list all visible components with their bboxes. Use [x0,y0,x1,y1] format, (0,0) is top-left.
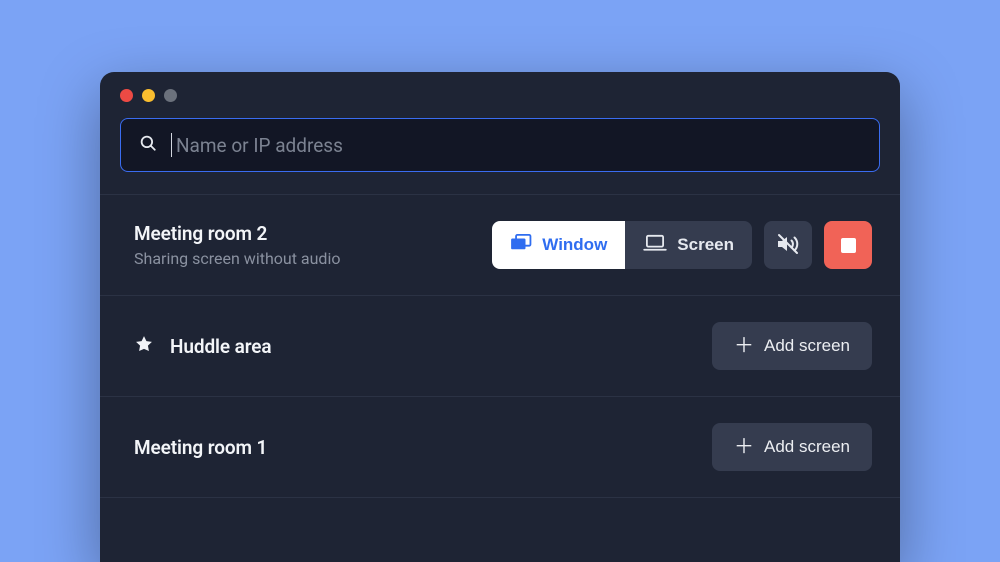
row-divider [100,497,900,517]
room-name: Meeting room 1 [134,436,267,459]
share-mode-segment: Window Screen [492,221,752,269]
audio-muted-icon [776,232,800,259]
search-icon [139,134,157,156]
mute-button[interactable] [764,221,812,269]
maximize-window-button[interactable] [164,89,177,102]
plus-icon: ＋ [734,437,754,457]
room-row-active: Meeting room 2 Sharing screen without au… [100,194,900,295]
stop-sharing-button[interactable] [824,221,872,269]
window-controls [100,72,900,106]
room-status: Sharing screen without audio [134,249,340,268]
plus-icon: ＋ [734,336,754,356]
minimize-window-button[interactable] [142,89,155,102]
add-screen-label: Add screen [764,437,850,457]
laptop-icon [643,234,667,257]
stop-icon [841,238,856,253]
room-name: Meeting room 2 [134,222,340,245]
window-mode-label: Window [542,235,607,255]
text-cursor [171,133,172,157]
add-screen-label: Add screen [764,336,850,356]
window-mode-button[interactable]: Window [492,221,625,269]
app-window: Meeting room 2 Sharing screen without au… [100,72,900,562]
add-screen-button[interactable]: ＋ Add screen [712,322,872,370]
search-section [100,106,900,194]
room-row: Meeting room 1 ＋ Add screen [100,396,900,497]
search-field[interactable] [120,118,880,172]
screen-mode-label: Screen [677,235,734,255]
close-window-button[interactable] [120,89,133,102]
windows-icon [510,234,532,257]
star-icon [134,334,154,358]
room-row: Huddle area ＋ Add screen [100,295,900,396]
screen-mode-button[interactable]: Screen [625,221,752,269]
room-name: Huddle area [170,335,272,358]
search-input[interactable] [176,134,861,157]
add-screen-button[interactable]: ＋ Add screen [712,423,872,471]
